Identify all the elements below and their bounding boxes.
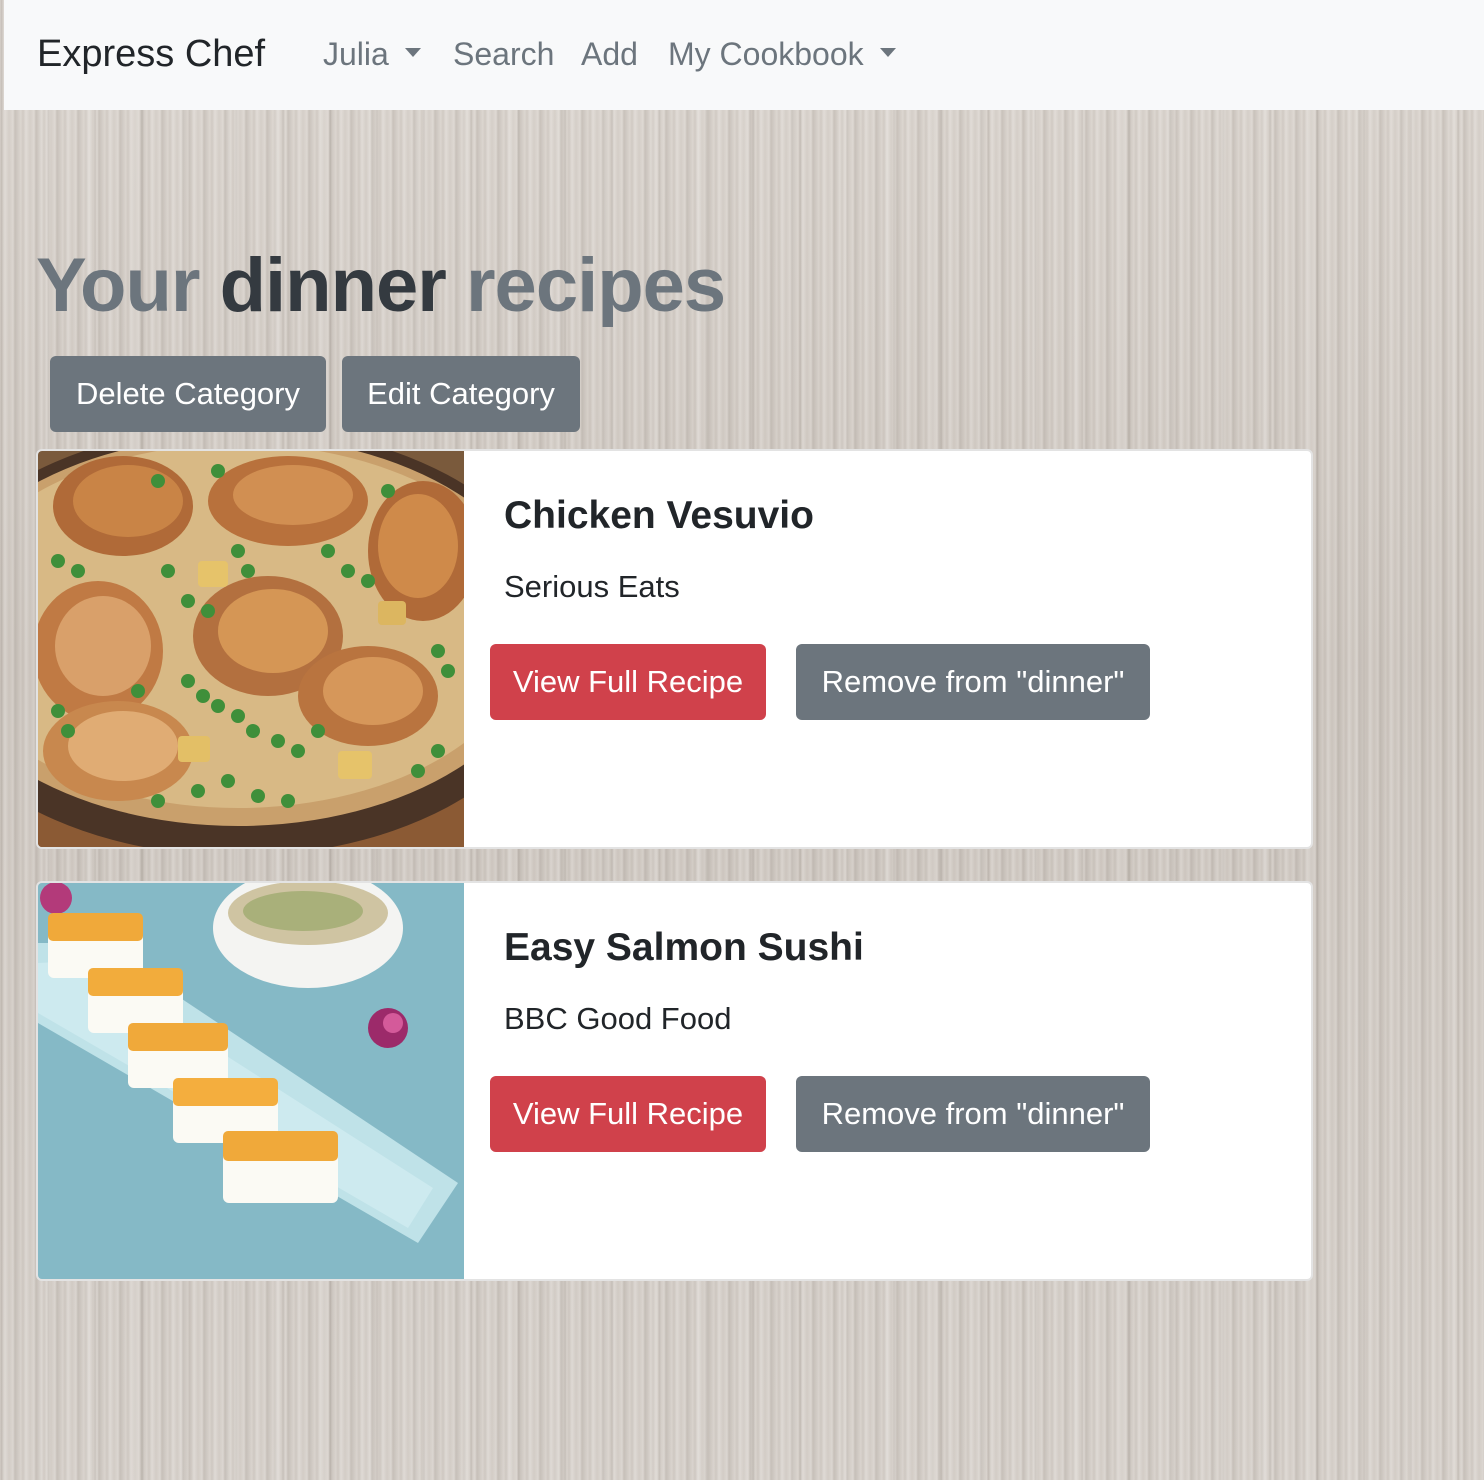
remove-from-category-button[interactable]: Remove from "dinner": [796, 1076, 1150, 1152]
recipe-image-chicken-vesuvio: [38, 451, 464, 847]
nav-user-label: Julia: [323, 36, 389, 72]
chevron-down-icon: [404, 48, 421, 58]
recipe-card: Chicken Vesuvio Serious Eats View Full R…: [36, 449, 1313, 849]
nav-user-dropdown[interactable]: Julia: [323, 29, 421, 79]
nav-add-link[interactable]: Add: [581, 29, 638, 79]
recipe-title: Chicken Vesuvio: [504, 494, 814, 537]
chevron-down-icon: [879, 48, 896, 58]
view-full-recipe-button[interactable]: View Full Recipe: [490, 1076, 766, 1152]
nav-cookbook-dropdown[interactable]: My Cookbook: [668, 29, 896, 79]
page-title-category: dinner: [219, 243, 447, 328]
nav-cookbook-label: My Cookbook: [668, 36, 864, 72]
page-title-prefix: Your: [36, 243, 200, 328]
navbar: Express Chef Julia Search Add My Cookboo…: [4, 0, 1484, 110]
recipe-source: Serious Eats: [504, 569, 680, 604]
page-title: Your dinner recipes: [36, 240, 726, 332]
remove-from-category-button[interactable]: Remove from "dinner": [796, 644, 1150, 720]
delete-category-button[interactable]: Delete Category: [50, 356, 326, 432]
recipe-title: Easy Salmon Sushi: [504, 926, 864, 969]
page-title-suffix: recipes: [465, 243, 726, 328]
recipe-source: BBC Good Food: [504, 1001, 732, 1036]
recipe-card: Easy Salmon Sushi BBC Good Food View Ful…: [36, 881, 1313, 1281]
brand-link[interactable]: Express Chef: [37, 29, 265, 79]
recipe-image-easy-salmon-sushi: [38, 883, 464, 1279]
edit-category-button[interactable]: Edit Category: [342, 356, 580, 432]
nav-search-link[interactable]: Search: [453, 29, 554, 79]
view-full-recipe-button[interactable]: View Full Recipe: [490, 644, 766, 720]
